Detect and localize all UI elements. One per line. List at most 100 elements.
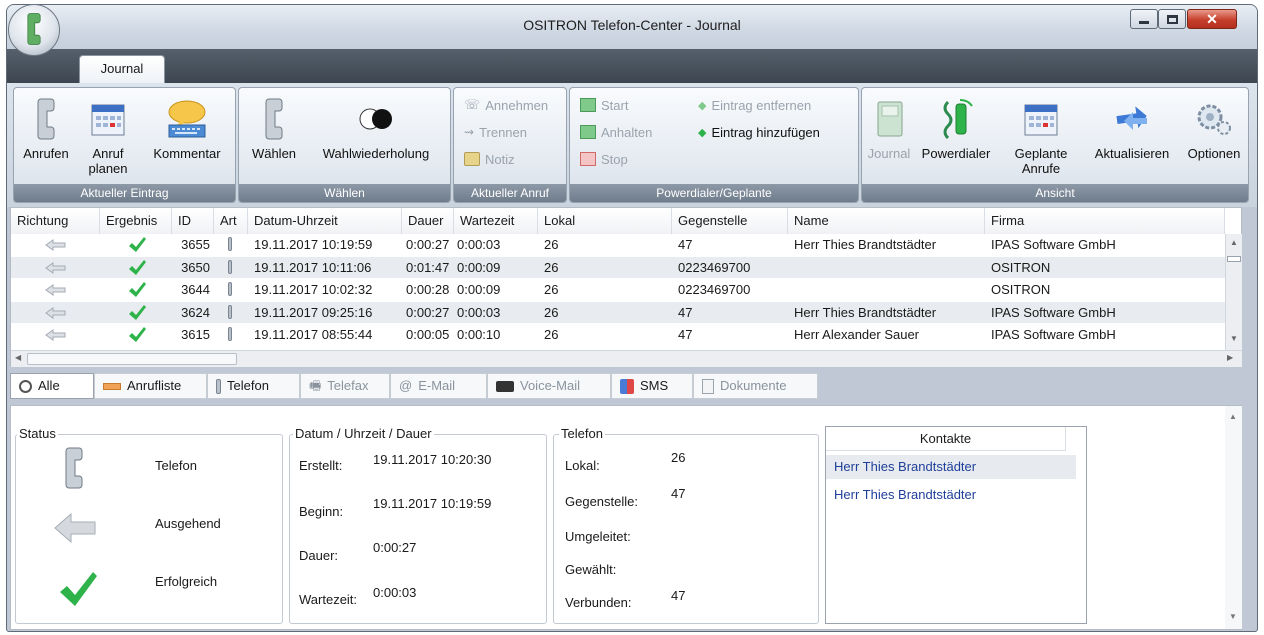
telefon-legend: Telefon — [559, 426, 605, 441]
trennen-button[interactable]: ⇝ Trennen — [464, 121, 527, 143]
table-row[interactable]: 3615 19.11.2017 08:55:44 0:00:05 0:00:10 26 4… — [11, 324, 1225, 345]
filter-telefax[interactable]: 🖷 Telefax — [300, 373, 390, 399]
geplante-anrufe-button[interactable]: Geplante Anrufe — [998, 96, 1084, 176]
cell-dauer: 0:00:27 — [406, 237, 450, 252]
journal-view-button[interactable]: Journal — [864, 96, 914, 161]
filter-anrufliste[interactable]: Anrufliste — [94, 373, 207, 399]
scroll-left-icon: ◀ — [15, 353, 22, 362]
verbunden-value: 47 — [671, 588, 686, 603]
scroll-thumb-h[interactable] — [27, 353, 237, 365]
annehmen-button[interactable]: ☏ Annehmen — [464, 94, 548, 116]
wahlwiederholung-label: Wahlwiederholung — [322, 146, 430, 161]
anruf-planen-button[interactable]: Anruf planen — [78, 96, 138, 176]
close-button[interactable]: ✕ — [1187, 9, 1237, 29]
checkmark-icon — [100, 257, 172, 278]
filter-anrufliste-label: Anrufliste — [127, 378, 182, 393]
filter-email[interactable]: @ E-Mail — [390, 373, 487, 399]
cell-datum: 19.11.2017 10:11:06 — [254, 259, 372, 275]
cell-wartezeit: 0:00:10 — [457, 327, 501, 342]
eintrag-hinzufuegen-button[interactable]: ◆ Eintrag hinzufügen — [698, 121, 820, 143]
tab-journal[interactable]: Journal — [79, 55, 165, 83]
cell-name — [794, 257, 984, 278]
table-row[interactable]: 3644 19.11.2017 10:02:32 0:00:28 0:00:09 26 0… — [11, 279, 1225, 300]
beginn-label: Beginn: — [299, 504, 344, 519]
group-ansicht: Journal Powerdialer Geplante Anrufe Aktu… — [861, 87, 1249, 203]
details-scrollbar[interactable]: ▲ ▼ — [1225, 406, 1242, 629]
eintrag-entfernen-button[interactable]: ◆ Eintrag entfernen — [698, 94, 811, 116]
status-erfolgreich: Erfolgreich — [155, 574, 218, 589]
notiz-label: Notiz — [485, 151, 515, 167]
app-menu-button[interactable] — [8, 4, 60, 56]
maximize-button[interactable] — [1158, 9, 1186, 29]
powerdialer-button[interactable]: Powerdialer — [914, 96, 998, 161]
wartezeit-value: 0:00:03 — [373, 585, 417, 600]
col-richtung[interactable]: Richtung — [11, 208, 100, 234]
scroll-right-icon: ▶ — [1227, 353, 1234, 362]
cell-lokal: 26 — [544, 259, 559, 275]
status-telefon: Telefon — [155, 458, 197, 473]
filter-voicemail[interactable]: Voice-Mail — [487, 373, 611, 399]
cell-id: 3615 — [181, 327, 210, 342]
kontakt-item[interactable]: Herr Thies Brandtstädter — [826, 483, 1076, 507]
optionen-button[interactable]: Optionen — [1180, 96, 1248, 161]
cell-gegenstelle: 0223469700 — [678, 259, 751, 275]
anrufen-button[interactable]: Anrufen — [18, 96, 74, 161]
group-label-ansicht: Ansicht — [862, 184, 1248, 202]
filter-telefon[interactable]: Telefon — [207, 373, 300, 399]
filter-telefax-label: Telefax — [327, 378, 369, 393]
filter-alle[interactable]: Alle — [10, 373, 94, 399]
table-row[interactable]: 3624 19.11.2017 09:25:16 0:00:27 0:00:03 26 4… — [11, 301, 1225, 323]
cell-gegenstelle: 0223469700 — [678, 282, 751, 297]
phone-handset-icon — [214, 302, 248, 323]
stop-button[interactable]: Stop — [580, 148, 628, 170]
outgoing-arrow-icon — [11, 324, 100, 345]
filter-dokumente[interactable]: Dokumente — [693, 373, 818, 399]
phone-handset-icon — [214, 324, 248, 345]
table-row[interactable]: 3655 19.11.2017 10:19:59 0:00:27 0:00:03 26 4… — [11, 234, 1225, 255]
col-datum[interactable]: Datum-Uhrzeit — [248, 208, 402, 234]
cell-name: Herr Alexander Sauer — [794, 327, 920, 342]
col-gegenstelle[interactable]: Gegenstelle — [672, 208, 788, 234]
waehlen-button[interactable]: Wählen — [245, 96, 303, 161]
minimize-button[interactable] — [1130, 9, 1158, 29]
cell-lokal: 26 — [544, 282, 559, 297]
kontakt-item[interactable]: Herr Thies Brandtstädter — [826, 455, 1076, 479]
vertical-scrollbar[interactable]: ▲ ▼ — [1225, 234, 1242, 350]
journal-view-label: Journal — [867, 146, 911, 161]
col-name[interactable]: Name — [788, 208, 985, 234]
aktualisieren-button[interactable]: Aktualisieren — [1084, 96, 1180, 161]
minimize-icon — [1139, 21, 1149, 24]
start-button[interactable]: Start — [580, 94, 628, 116]
cell-wartezeit: 0:00:09 — [457, 282, 501, 297]
cell-gegenstelle: 47 — [678, 327, 693, 342]
wartezeit-label: Wartezeit: — [299, 592, 358, 607]
table-row[interactable]: 3650 19.11.2017 10:11:06 0:01:47 0:00:09 26 0… — [11, 256, 1225, 278]
gegenstelle-value: 47 — [671, 486, 686, 501]
refresh-arrows-icon — [1110, 96, 1154, 142]
notiz-button[interactable]: Notiz — [464, 148, 515, 170]
kommentar-button[interactable]: Kommentar — [142, 96, 232, 161]
col-dauer[interactable]: Dauer — [402, 208, 454, 234]
filter-bar: Alle Anrufliste Telefon 🖷 Telefax @ E-Ma… — [10, 371, 1242, 401]
status-legend: Status — [17, 426, 58, 441]
sms-phone-icon — [620, 378, 634, 394]
cell-datum: 19.11.2017 10:02:32 — [254, 282, 373, 297]
col-firma[interactable]: Firma — [985, 208, 1225, 234]
col-ergebnis[interactable]: Ergebnis — [100, 208, 172, 234]
col-lokal[interactable]: Lokal — [538, 208, 672, 234]
wahlwiederholung-button[interactable]: Wahlwiederholung — [305, 96, 447, 161]
filter-sms[interactable]: SMS — [611, 373, 693, 399]
horizontal-scrollbar[interactable]: ◀ ▶ — [11, 350, 1242, 367]
cell-id: 3650 — [181, 259, 210, 275]
outgoing-arrow-icon — [11, 279, 100, 300]
cell-name: Herr Thies Brandtstädter — [794, 304, 937, 320]
col-art[interactable]: Art — [214, 208, 248, 234]
diamond-remove-icon: ◆ — [698, 99, 707, 112]
phone-handset-icon — [214, 279, 248, 300]
optionen-label: Optionen — [1187, 146, 1241, 161]
col-id[interactable]: ID — [172, 208, 214, 234]
col-wartezeit[interactable]: Wartezeit — [454, 208, 538, 234]
scroll-thumb[interactable] — [1227, 256, 1241, 262]
journal-book-icon — [869, 96, 909, 142]
anhalten-button[interactable]: Anhalten — [580, 121, 652, 143]
